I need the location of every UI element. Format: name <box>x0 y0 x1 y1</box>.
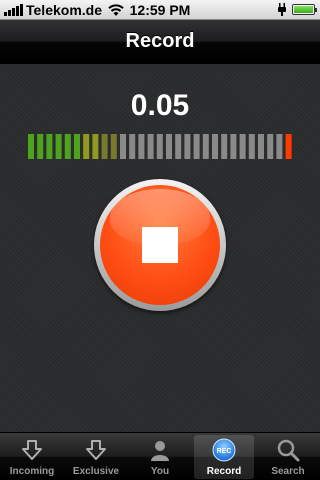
level-meter <box>28 134 292 159</box>
meter-segment <box>184 134 191 159</box>
meter-segment <box>248 134 255 159</box>
stop-recording-button[interactable] <box>94 179 226 311</box>
meter-lit-segment <box>110 134 117 159</box>
meter-segment <box>147 134 154 159</box>
level-readout: 0.05 <box>130 89 190 122</box>
battery-icon <box>292 4 317 15</box>
tab-bar: Incoming Exclusive You REC Record Search <box>0 432 320 480</box>
person-icon <box>151 441 169 461</box>
tab-record[interactable]: REC Record <box>192 433 256 480</box>
tab-you[interactable]: You <box>128 433 192 480</box>
meter-segment <box>258 134 264 159</box>
tab-label: Search <box>271 466 305 477</box>
rec-icon: REC <box>212 438 236 462</box>
meter-segment <box>120 134 126 159</box>
meter-segment <box>276 134 283 159</box>
status-bar: Telekom.de 12:59 PM <box>0 0 320 20</box>
meter-segment <box>267 134 274 159</box>
meter-segment <box>202 134 209 159</box>
recorder-panel: 0.05 <box>0 65 320 432</box>
meter-segment <box>230 134 237 159</box>
meter-segment <box>175 134 182 159</box>
meter-segment <box>138 134 145 159</box>
meter-segment <box>129 134 136 159</box>
meter-segment <box>166 134 172 159</box>
meter-lit-segment <box>46 134 53 159</box>
status-time: 12:59 PM <box>129 2 191 18</box>
page-title: Record <box>125 30 195 52</box>
meter-lit-segment <box>55 134 62 159</box>
tab-exclusive[interactable]: Exclusive <box>64 433 128 480</box>
stop-square-icon <box>142 227 178 263</box>
meter-segment <box>212 134 218 159</box>
navigation-bar: Record <box>0 20 320 64</box>
meter-segment <box>221 134 228 159</box>
arrow-down-icon <box>22 440 42 460</box>
meter-lit-segment <box>28 134 34 159</box>
tab-label: Record <box>206 466 242 477</box>
tab-label: Incoming <box>9 466 55 477</box>
charging-icon <box>278 3 286 16</box>
tab-incoming[interactable]: Incoming <box>0 433 64 480</box>
meter-segment <box>239 134 246 159</box>
meter-lit-segment <box>92 134 99 159</box>
tab-search[interactable]: Search <box>256 433 320 480</box>
tab-label: Exclusive <box>72 466 120 477</box>
meter-lit-segment <box>83 134 90 159</box>
meter-lit-segment <box>64 134 71 159</box>
arrow-down-icon <box>86 440 106 460</box>
meter-peak-segment <box>285 134 292 159</box>
tab-label: You <box>150 466 170 477</box>
meter-lit-segment <box>37 134 44 159</box>
meter-lit-segment <box>74 134 80 159</box>
search-icon <box>277 439 300 462</box>
meter-segment <box>193 134 200 159</box>
svg-text:REC: REC <box>217 448 232 455</box>
meter-segment <box>156 134 163 159</box>
meter-lit-segment <box>101 134 108 159</box>
